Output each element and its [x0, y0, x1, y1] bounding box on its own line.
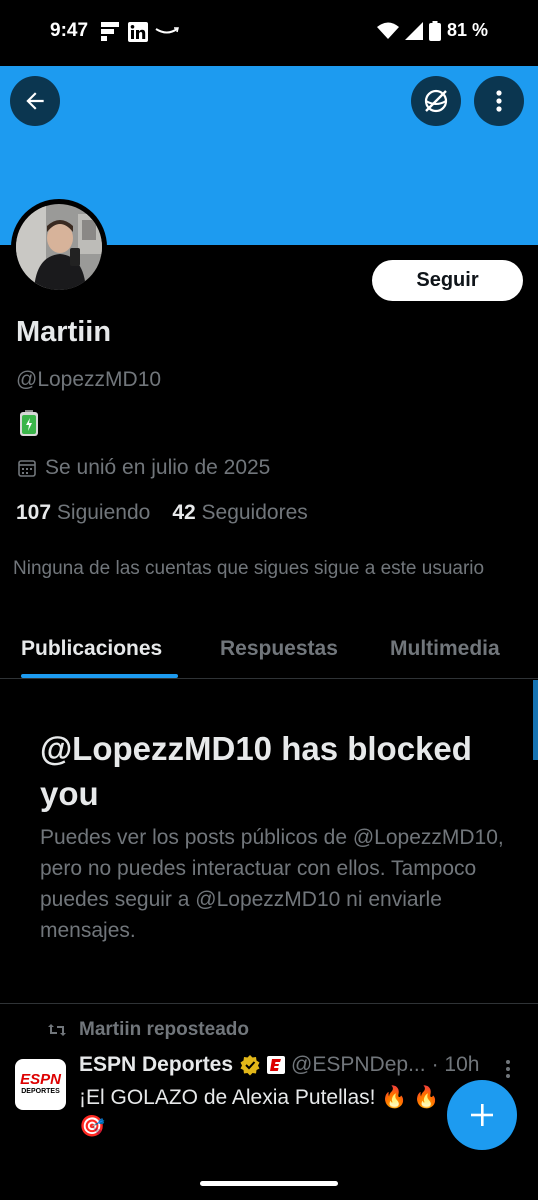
tab-respuestas[interactable]: Respuestas — [220, 637, 338, 661]
battery-icon — [428, 20, 441, 41]
followers-count: 42 — [172, 501, 196, 524]
profile-handle: @LopezzMD10 — [16, 368, 162, 391]
avatar-photo — [16, 204, 102, 290]
following-label: Siguiendo — [56, 501, 151, 524]
globe-off-icon — [424, 89, 448, 113]
post-header: ESPN Deportes @ESPNDep... · 10h — [79, 1053, 479, 1077]
repost-indicator: Martiin reposteado — [47, 1019, 249, 1041]
post-time: · 10h — [431, 1053, 480, 1076]
home-indicator[interactable] — [200, 1181, 338, 1186]
plus-icon — [471, 1104, 493, 1126]
compose-button[interactable] — [447, 1080, 517, 1150]
wifi-icon — [376, 22, 399, 39]
followers-label: Seguidores — [201, 501, 308, 524]
back-button[interactable] — [10, 76, 60, 126]
signal-icon — [404, 21, 423, 40]
calendar-icon — [18, 460, 36, 477]
blocked-description: Puedes ver los posts públicos de @Lopezz… — [40, 826, 504, 942]
battery-percent: 81 % — [446, 20, 488, 40]
repost-icon — [48, 1024, 66, 1036]
following-count: 107 — [16, 501, 52, 524]
profile-tabs: Publicaciones Respuestas Multimedia — [0, 625, 538, 679]
joined-text: Se unió en julio de 2025 — [45, 456, 271, 479]
followers-link[interactable]: 42 Seguidores — [172, 501, 307, 525]
follow-button[interactable]: Seguir — [372, 260, 523, 301]
verified-gold-icon — [240, 1055, 260, 1076]
status-right: 81 % — [376, 20, 488, 41]
status-time: 9:47 — [50, 20, 89, 41]
profile-avatar[interactable] — [11, 199, 107, 295]
blocked-title: @LopezzMD10 has blocked you — [40, 730, 472, 812]
more-vertical-icon — [506, 1060, 510, 1078]
espn-logo-text: ESPN — [20, 1071, 61, 1088]
post-handle[interactable]: @ESPNDep... — [291, 1053, 426, 1077]
profile-name: Martiin — [16, 316, 112, 348]
linkedin-icon — [128, 22, 148, 42]
translate-globe-button[interactable] — [411, 76, 461, 126]
post-text: ¡El GOLAZO de Alexia Putellas! 🔥 🔥 🎯 — [79, 1086, 440, 1138]
amazon-icon — [155, 27, 179, 34]
flipboard-icon — [101, 22, 119, 41]
mutual-followers-text: Ninguna de las cuentas que sigues sigue … — [13, 558, 485, 579]
status-bar: 9:47 81 % — [0, 0, 538, 66]
espn-affiliate-icon — [267, 1056, 286, 1074]
post-more-button[interactable] — [505, 1059, 511, 1084]
scrollbar[interactable] — [533, 680, 538, 760]
more-options-button[interactable] — [474, 76, 524, 126]
more-vertical-icon — [496, 90, 502, 112]
deportes-logo-text: DEPORTES — [21, 1088, 60, 1095]
joined-date: Se unió en julio de 2025 — [17, 456, 270, 480]
tab-publicaciones[interactable]: Publicaciones — [21, 637, 162, 661]
arrow-left-icon — [26, 92, 44, 110]
repost-label: Martiin reposteado — [79, 1019, 249, 1040]
divider — [0, 1003, 538, 1004]
active-tab-indicator — [21, 674, 178, 678]
follow-stats: 107 Siguiendo 42 Seguidores — [16, 501, 308, 525]
tab-multimedia[interactable]: Multimedia — [390, 637, 500, 661]
following-link[interactable]: 107 Siguiendo — [16, 501, 150, 525]
battery-emoji — [18, 410, 40, 441]
post-author[interactable]: ESPN Deportes — [79, 1053, 233, 1077]
espn-avatar[interactable]: ESPN DEPORTES — [15, 1059, 66, 1110]
